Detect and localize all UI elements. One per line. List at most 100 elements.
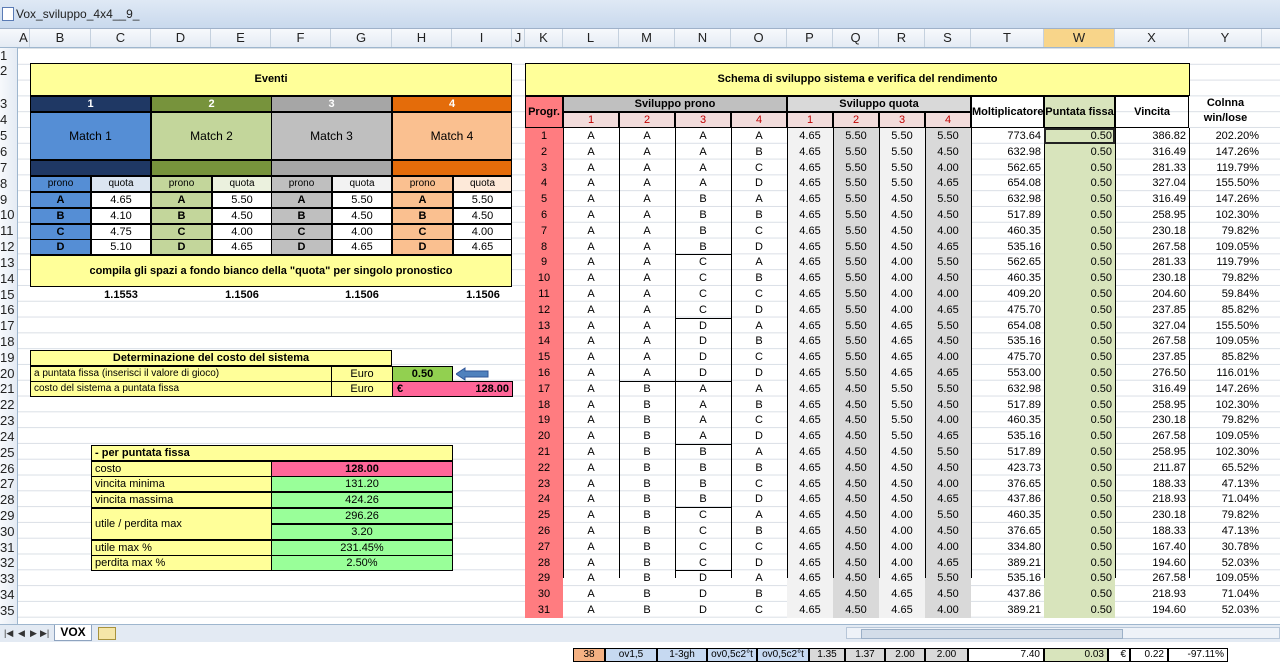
column-header-C[interactable]: C bbox=[91, 29, 151, 47]
group-divider bbox=[675, 507, 731, 509]
quota-input[interactable]: 4.65 bbox=[91, 192, 151, 208]
prono-dev-cell: A bbox=[587, 161, 595, 174]
column-header-E[interactable]: E bbox=[211, 29, 271, 47]
puntata-input[interactable]: 0.50 bbox=[392, 366, 453, 382]
active-cell-selection[interactable] bbox=[1044, 128, 1115, 144]
row-header-23[interactable]: 23 bbox=[0, 413, 17, 428]
column-header-M[interactable]: M bbox=[619, 29, 675, 47]
column-header-G[interactable]: G bbox=[331, 29, 392, 47]
insert-sheet-icon[interactable] bbox=[98, 627, 116, 640]
row-header-4[interactable]: 4 bbox=[0, 112, 17, 127]
quota-dev-cell: 4.65 bbox=[787, 380, 833, 397]
prev-sheet-icon[interactable]: ◀ bbox=[18, 628, 25, 639]
row-header-24[interactable]: 24 bbox=[0, 429, 17, 444]
last-sheet-icon[interactable]: ▶| bbox=[40, 628, 49, 639]
row-header-2[interactable]: 2 bbox=[0, 63, 17, 78]
row-header-26[interactable]: 26 bbox=[0, 461, 17, 476]
row-header-22[interactable]: 22 bbox=[0, 397, 17, 412]
row-header-13[interactable]: 13 bbox=[0, 255, 17, 270]
row-header-35[interactable]: 35 bbox=[0, 603, 17, 618]
column-header-N[interactable]: N bbox=[675, 29, 731, 47]
quota-input[interactable]: 4.50 bbox=[212, 207, 272, 224]
quota-input[interactable]: 4.65 bbox=[332, 239, 392, 256]
row-header-25[interactable]: 25 bbox=[0, 445, 17, 460]
scrollbar-thumb[interactable] bbox=[861, 629, 1123, 639]
column-header-Y[interactable]: Y bbox=[1189, 29, 1262, 47]
quota-input[interactable]: 4.50 bbox=[453, 207, 512, 224]
quota-input[interactable]: 4.10 bbox=[91, 207, 151, 224]
row-header-17[interactable]: 17 bbox=[0, 318, 17, 333]
row-header-31[interactable]: 31 bbox=[0, 540, 17, 555]
prono-cell: A bbox=[151, 192, 212, 208]
puntata-cell: 0.50 bbox=[1044, 317, 1115, 334]
row-header-18[interactable]: 18 bbox=[0, 334, 17, 349]
worksheet-grid[interactable]: Eventi 1 Match 1 prono quota A 4.65 B 4.10 C 4.75 D… bbox=[18, 48, 1280, 624]
row-header-5[interactable]: 5 bbox=[0, 128, 17, 143]
column-header-O[interactable]: O bbox=[731, 29, 787, 47]
column-header-H[interactable]: H bbox=[392, 29, 452, 47]
quota-input[interactable]: 4.00 bbox=[453, 223, 512, 240]
row-header-20[interactable]: 20 bbox=[0, 366, 17, 381]
column-header-X[interactable]: X bbox=[1115, 29, 1189, 47]
quota-col-header: 2 bbox=[833, 112, 879, 128]
column-header-B[interactable]: B bbox=[30, 29, 91, 47]
row-header-9[interactable]: 9 bbox=[0, 192, 17, 207]
row-header-3[interactable]: 3 bbox=[0, 96, 17, 111]
column-header-K[interactable]: K bbox=[525, 29, 563, 47]
quota-input[interactable]: 4.75 bbox=[91, 223, 151, 240]
quota-input[interactable]: 4.00 bbox=[332, 223, 392, 240]
column-header-T[interactable]: T bbox=[971, 29, 1044, 47]
quota-input[interactable]: 5.50 bbox=[332, 192, 392, 208]
row-header-21[interactable]: 21 bbox=[0, 381, 17, 396]
quota-input[interactable]: 4.00 bbox=[212, 223, 272, 240]
row-header-10[interactable]: 10 bbox=[0, 207, 17, 222]
row-header-1[interactable]: 1 bbox=[0, 48, 17, 63]
moltiplicatore-cell: 437.86 bbox=[1007, 493, 1041, 506]
row-header-29[interactable]: 29 bbox=[0, 508, 17, 523]
quota-input[interactable]: 5.50 bbox=[212, 192, 272, 208]
column-header-F[interactable]: F bbox=[271, 29, 331, 47]
next-sheet-icon[interactable]: ▶ bbox=[30, 628, 37, 639]
first-sheet-icon[interactable]: |◀ bbox=[4, 628, 13, 639]
row-header-14[interactable]: 14 bbox=[0, 271, 17, 286]
column-header-R[interactable]: R bbox=[879, 29, 925, 47]
column-header-W[interactable]: W bbox=[1044, 29, 1115, 47]
prono-dev-cell: A bbox=[643, 288, 651, 300]
row-header-12[interactable]: 12 bbox=[0, 239, 17, 254]
quota-input[interactable]: 4.65 bbox=[212, 239, 272, 256]
column-header-J[interactable]: J bbox=[512, 29, 525, 47]
prono-dev-cell: C bbox=[755, 224, 763, 237]
row-header-15[interactable]: 15 bbox=[0, 287, 17, 302]
event-bar-3 bbox=[271, 160, 392, 176]
prono-dev-cell: D bbox=[755, 177, 763, 190]
column-header-D[interactable]: D bbox=[151, 29, 211, 47]
horizontal-scrollbar[interactable] bbox=[846, 627, 1280, 639]
prono-dev-cell: B bbox=[643, 430, 651, 443]
row-header-8[interactable]: 8 bbox=[0, 176, 17, 191]
column-header-Q[interactable]: Q bbox=[833, 29, 879, 47]
row-header-34[interactable]: 34 bbox=[0, 587, 17, 602]
row-header-32[interactable]: 32 bbox=[0, 555, 17, 570]
row-header-16[interactable]: 16 bbox=[0, 302, 17, 317]
vincita-cell: 386.82 bbox=[1152, 130, 1186, 142]
row-header-19[interactable]: 19 bbox=[0, 350, 17, 365]
quota-dev-cell: 4.50 bbox=[925, 459, 971, 476]
column-header-P[interactable]: P bbox=[787, 29, 833, 47]
group-divider bbox=[675, 380, 731, 382]
column-header-I[interactable]: I bbox=[452, 29, 512, 47]
column-header-L[interactable]: L bbox=[563, 29, 619, 47]
quota-input[interactable]: 4.50 bbox=[332, 207, 392, 224]
row-header-28[interactable]: 28 bbox=[0, 492, 17, 507]
row-header-30[interactable]: 30 bbox=[0, 524, 17, 539]
row-header-27[interactable]: 27 bbox=[0, 476, 17, 491]
quota-input[interactable]: 5.50 bbox=[453, 192, 512, 208]
row-header-6[interactable]: 6 bbox=[0, 144, 17, 159]
row-header-11[interactable]: 11 bbox=[0, 223, 17, 238]
sheet-tab-vox[interactable]: VOX bbox=[54, 625, 92, 641]
row-header-33[interactable]: 33 bbox=[0, 571, 17, 586]
column-header-S[interactable]: S bbox=[925, 29, 971, 47]
quota-input[interactable]: 5.10 bbox=[91, 239, 151, 256]
row-header-7[interactable]: 7 bbox=[0, 160, 17, 175]
column-header-A[interactable]: A bbox=[18, 29, 30, 47]
quota-input[interactable]: 4.65 bbox=[453, 239, 512, 256]
